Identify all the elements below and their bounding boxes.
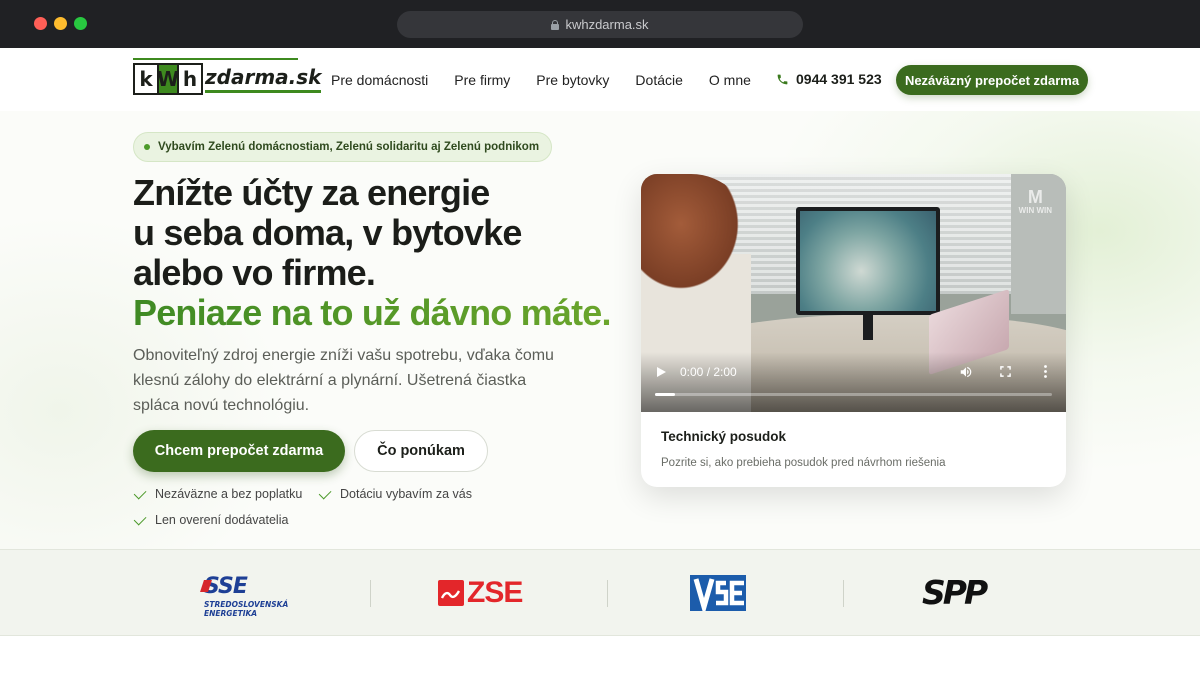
video-player[interactable]: M WIN WIN 0:00 / 2:00 — [641, 174, 1066, 412]
check-item: Dotáciu vybavím za vás — [318, 486, 472, 501]
zse-mark-icon — [438, 580, 464, 606]
phone-link[interactable]: 0944 391 523 — [776, 71, 882, 87]
site-header: k W h zdarma.sk Pre domácnosti Pre firmy… — [0, 48, 1200, 111]
headline-line-2: u seba doma, v bytovke — [133, 212, 522, 253]
lock-icon — [551, 19, 560, 30]
check-label: Len overení dodávatelia — [155, 513, 289, 527]
zse-logo: ZSE — [438, 578, 523, 608]
window-maximize-button[interactable] — [74, 17, 87, 30]
check-icon — [133, 512, 147, 525]
badge-dot-icon — [144, 144, 150, 150]
spp-logo: SPP — [922, 573, 988, 612]
main-nav: Pre domácnosti Pre firmy Pre bytovky Dot… — [331, 72, 777, 88]
check-label: Dotáciu vybavím za vás — [340, 487, 472, 501]
logo-text: zdarma.sk — [205, 65, 322, 93]
window-close-button[interactable] — [34, 17, 47, 30]
phone-number: 0944 391 523 — [796, 71, 882, 87]
divider — [370, 580, 371, 607]
check-item: Len overení dodávatelia — [133, 512, 289, 527]
headline-line-3: alebo vo firme. — [133, 252, 376, 293]
nav-item-pre-domacnosti[interactable]: Pre domácnosti — [331, 72, 428, 88]
video-card: M WIN WIN 0:00 / 2:00 Technický posudok … — [641, 174, 1066, 487]
more-vertical-icon[interactable] — [1044, 365, 1047, 378]
ponukam-button[interactable]: Čo ponúkam — [354, 430, 488, 472]
video-card-subtitle: Pozrite si, ako prebieha posudok pred ná… — [661, 457, 946, 469]
video-watermark: M WIN WIN — [1018, 187, 1052, 215]
check-icon — [133, 486, 147, 499]
play-icon[interactable] — [657, 367, 666, 377]
badge-text: Vybavím Zelenú domácnostiam, Zelenú soli… — [158, 141, 540, 153]
video-time: 0:00 / 2:00 — [680, 365, 737, 379]
divider — [843, 580, 844, 607]
nav-item-dotacie[interactable]: Dotácie — [635, 72, 682, 88]
phone-icon — [777, 74, 788, 84]
browser-chrome: kwhzdarma.sk — [0, 0, 1200, 48]
logo-box: k W h — [133, 63, 203, 95]
volume-icon[interactable] — [959, 365, 973, 379]
address-bar[interactable]: kwhzdarma.sk — [397, 11, 803, 38]
vse-logo — [690, 575, 746, 611]
sse-logo: SSE STREDOSLOVENSKÁ ENERGETIKA — [204, 574, 289, 619]
header-cta-button[interactable]: Nezáväzný prepočet zdarma — [896, 65, 1088, 95]
hero-section: Vybavím Zelenú domácnostiam, Zelenú soli… — [0, 111, 1200, 549]
check-item: Nezáväzne a bez poplatku — [133, 486, 303, 501]
logo-letter-k: k — [139, 67, 153, 91]
hero-headline: Znížte účty za energie u seba doma, v by… — [133, 172, 612, 333]
nav-item-pre-bytovky[interactable]: Pre bytovky — [536, 72, 609, 88]
fullscreen-icon[interactable] — [1000, 366, 1011, 377]
window-minimize-button[interactable] — [54, 17, 67, 30]
logo-letter-h: h — [182, 67, 198, 91]
divider — [607, 580, 608, 607]
video-frame-monitor — [796, 207, 940, 315]
check-label: Nezáväzne a bez poplatku — [155, 487, 303, 501]
video-controls — [641, 352, 1066, 412]
video-frame-stand — [863, 314, 873, 340]
nav-item-pre-firmy[interactable]: Pre firmy — [454, 72, 510, 88]
nav-item-o-mne[interactable]: O mne — [709, 72, 751, 88]
headline-green: Peniaze na to už dávno máte. — [133, 292, 612, 333]
address-url: kwhzdarma.sk — [565, 17, 649, 32]
partners-strip: SSE STREDOSLOVENSKÁ ENERGETIKA ZSE SPP — [0, 549, 1200, 636]
logo-line — [133, 58, 298, 60]
logo-letter-w: W — [156, 65, 180, 93]
video-card-title: Technický posudok — [661, 429, 787, 444]
video-progress-fill — [655, 393, 675, 396]
hero-badge: Vybavím Zelenú domácnostiam, Zelenú soli… — [133, 132, 553, 162]
hero-lead: Obnoviteľný zdroj energie zníži vašu spo… — [133, 347, 554, 414]
prepocet-button[interactable]: Chcem prepočet zdarma — [133, 430, 345, 472]
site-logo[interactable]: k W h zdarma.sk — [133, 58, 322, 97]
check-icon — [318, 486, 332, 499]
video-progress-bar[interactable] — [655, 393, 1052, 396]
headline-line-1: Znížte účty za energie — [133, 172, 490, 213]
